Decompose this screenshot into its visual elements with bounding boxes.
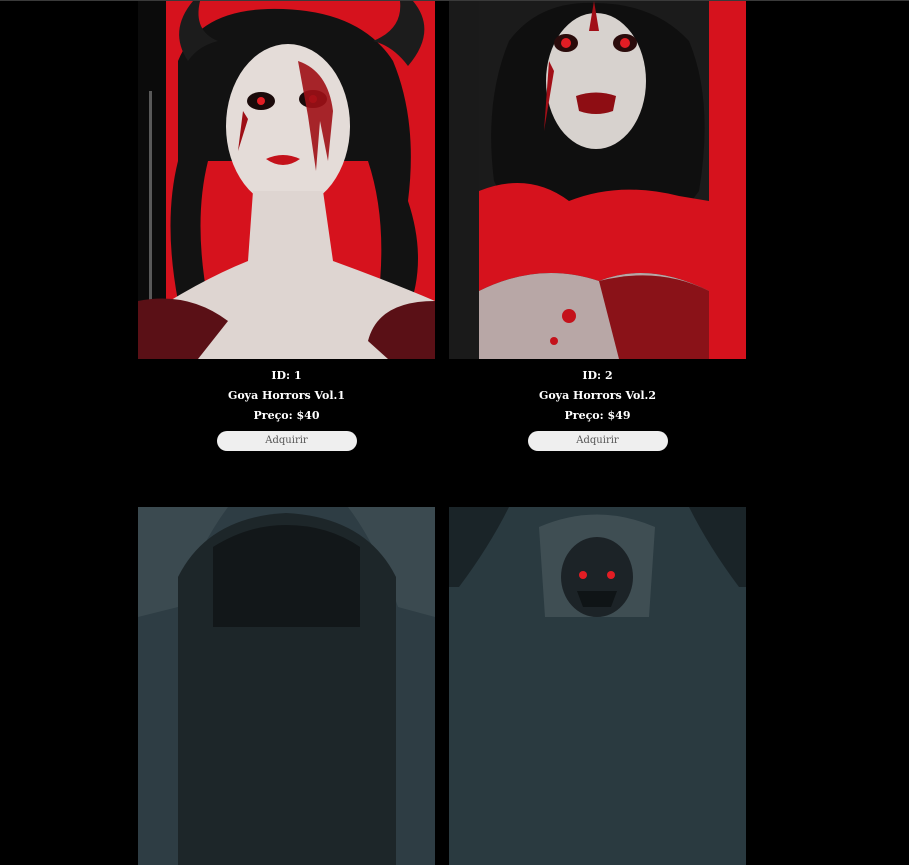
product-card	[138, 507, 435, 865]
product-card: ID: 2 Goya Horrors Vol.2 Preço: $49 Adqu…	[449, 1, 746, 451]
product-name: Goya Horrors Vol.2	[538, 389, 657, 402]
product-id: ID: 2	[582, 369, 613, 382]
bleeding-woman-cover-icon	[449, 1, 746, 359]
product-price: Preço: $49	[564, 409, 631, 422]
product-cover-image[interactable]	[449, 1, 746, 359]
product-id: ID: 1	[271, 369, 302, 382]
buy-button[interactable]: Adquirir	[216, 431, 357, 451]
dark-haired-figure-cover-icon	[138, 507, 435, 865]
horned-woman-cover-icon	[138, 1, 435, 359]
product-price: Preço: $40	[253, 409, 320, 422]
product-cover-image[interactable]	[138, 1, 435, 359]
product-cover-image[interactable]	[449, 507, 746, 865]
buy-button[interactable]: Adquirir	[527, 431, 668, 451]
product-card	[449, 507, 746, 865]
product-name: Goya Horrors Vol.1	[227, 389, 346, 402]
product-card: ID: 1 Goya Horrors Vol.1 Preço: $40 Adqu…	[138, 1, 435, 451]
product-grid: ID: 1 Goya Horrors Vol.1 Preço: $40 Adqu…	[138, 1, 746, 865]
tree-creature-cover-icon	[449, 507, 746, 865]
product-cover-image[interactable]	[138, 507, 435, 865]
